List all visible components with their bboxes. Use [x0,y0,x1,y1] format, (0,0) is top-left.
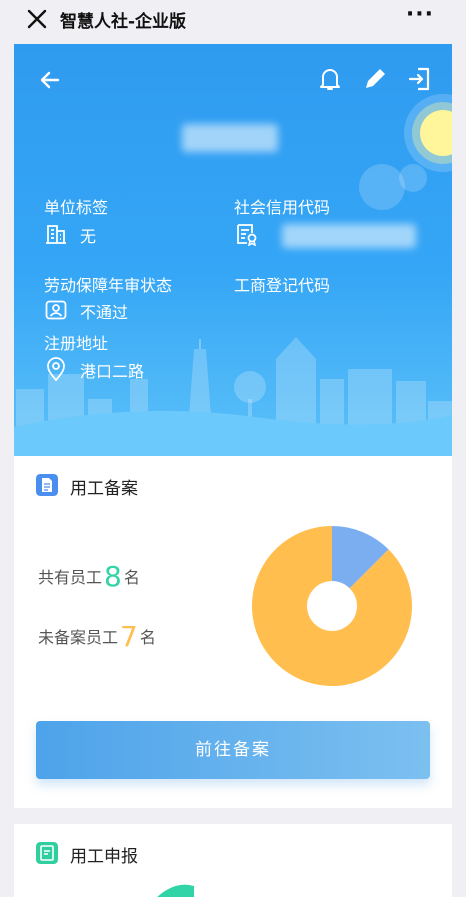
id-badge-icon [45,300,67,320]
title-bar: 智慧人社-企业版 ··· [0,0,466,40]
donut-hole [307,581,357,631]
business-code-label: 工商登记代码 [234,276,331,295]
employment-report-card: 用工申报 [14,824,452,897]
report-card-title: 用工申报 [70,847,138,867]
unfiled-employees-prefix: 未备案员工 [38,628,119,647]
address-label: 注册地址 [44,334,109,353]
labor-status-value: 不通过 [80,303,129,322]
arrow-left-icon[interactable] [38,68,62,92]
report-chart-partial [157,884,194,897]
exit-icon[interactable] [406,66,432,92]
bell-icon[interactable] [318,66,342,92]
filing-donut-chart [252,526,412,686]
more-menu-button[interactable]: ··· [406,2,434,27]
certificate-icon [237,224,257,246]
total-employees-prefix: 共有员工 [38,568,103,587]
bubble-decoration [399,164,427,192]
company-header: 单位标签 无 劳动保障年审状态 不通过 注册地址 港口二路 社会信用代码 工商登… [14,44,452,456]
employee-filing-card: 用工备案 共有员工8 名 未备案员工7 名 前往备案 [14,456,452,808]
total-employees-count: 8 [104,560,122,593]
close-icon[interactable] [24,6,50,32]
location-pin-icon [47,357,65,382]
building-icon [46,225,66,244]
credit-code-label: 社会信用代码 [234,198,331,217]
total-employees-stat: 共有员工8 名 [38,560,140,593]
app-title: 智慧人社-企业版 [60,12,187,32]
unit-tag-label: 单位标签 [44,198,109,217]
sun-decoration [420,110,452,156]
unfiled-employees-suffix: 名 [139,628,156,647]
credit-code-redacted [282,224,416,248]
unfiled-employees-stat: 未备案员工7 名 [38,620,156,653]
unit-tag-value: 无 [80,227,97,246]
filing-card-title: 用工备案 [70,479,138,499]
report-form-icon [36,842,58,864]
unfiled-employees-count: 7 [120,620,138,653]
address-value: 港口二路 [80,362,145,381]
document-icon [36,474,58,496]
company-name-redacted [182,124,278,152]
pencil-icon[interactable] [362,66,388,92]
total-employees-suffix: 名 [123,568,140,587]
go-to-filing-button[interactable]: 前往备案 [36,721,430,779]
labor-status-label: 劳动保障年审状态 [44,276,173,295]
bubble-decoration [359,164,405,210]
